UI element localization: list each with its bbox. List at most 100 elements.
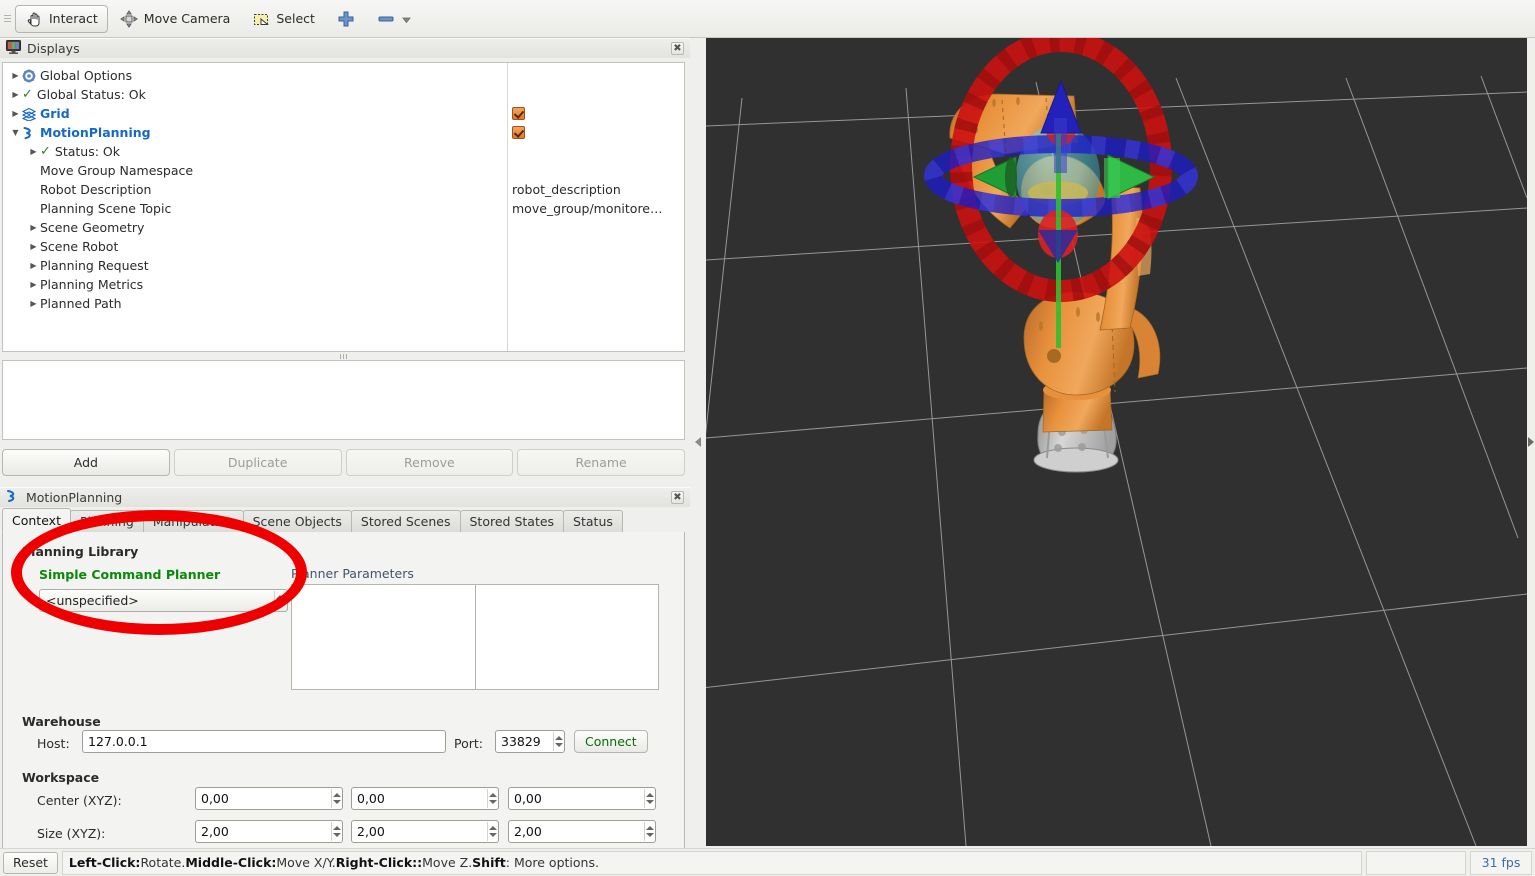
select-rect-icon xyxy=(252,10,270,28)
display-tree-row-value[interactable] xyxy=(508,237,684,256)
display-tree-row[interactable]: ▶Planning Scene Topic xyxy=(3,199,507,218)
tool-remove-button[interactable] xyxy=(367,5,422,33)
tool-select-label: Select xyxy=(276,11,315,26)
display-tree-row-label: Global Options xyxy=(40,68,133,83)
display-tree-row[interactable]: ▶ Planning Request xyxy=(3,256,507,275)
workspace-size-z-spinner[interactable] xyxy=(644,822,655,841)
displays-monitor-icon xyxy=(6,40,21,57)
tab-stored-scenes[interactable]: Stored Scenes xyxy=(350,510,461,532)
tree-expand-collapse-icon[interactable]: ▶ xyxy=(27,280,40,289)
display-tree-row-value[interactable] xyxy=(508,256,684,275)
right-dock-expand-handle[interactable] xyxy=(1527,38,1535,846)
display-tree-row[interactable]: ▶ ✓ Status: Ok xyxy=(3,142,507,161)
tab-scene-objects[interactable]: Scene Objects xyxy=(242,510,352,532)
display-tree-row[interactable]: ▶Robot Description xyxy=(3,180,507,199)
display-tree-row[interactable]: ▶ Scene Robot xyxy=(3,237,507,256)
chevron-down-icon[interactable] xyxy=(401,10,412,28)
displays-tree-names: ▶ Global Options ▶ ✓ Global Status: Ok ▶ Grid ▼… xyxy=(3,63,508,351)
tool-select-button[interactable]: Select xyxy=(242,5,325,33)
workspace-center-y-input[interactable]: 0,00 xyxy=(351,787,499,810)
display-tree-row-value[interactable] xyxy=(508,294,684,313)
planner-parameters-table[interactable] xyxy=(291,584,659,690)
display-tree-row[interactable]: ▶Move Group Namespace xyxy=(3,161,507,180)
display-tree-row[interactable]: ▶ Planning Metrics xyxy=(3,275,507,294)
hint-segment: Shift xyxy=(472,855,506,870)
planner-id-spinner[interactable] xyxy=(274,591,285,610)
tool-move-camera-button[interactable]: Move Camera xyxy=(110,5,241,33)
tree-expand-collapse-icon[interactable]: ▶ xyxy=(27,223,40,232)
display-enabled-checkbox[interactable] xyxy=(512,107,525,120)
displays-tree[interactable]: ▶ Global Options ▶ ✓ Global Status: Ok ▶ Grid ▼… xyxy=(2,62,685,352)
warehouse-connect-button[interactable]: Connect xyxy=(574,730,648,753)
workspace-center-x-input[interactable]: 0,00 xyxy=(195,787,343,810)
tree-expand-collapse-icon[interactable]: ▶ xyxy=(27,299,40,308)
warehouse-host-input[interactable]: 127.0.0.1 xyxy=(82,730,446,753)
tree-expand-collapse-icon[interactable]: ▶ xyxy=(27,147,40,156)
planner-id-combobox[interactable]: <unspecified> xyxy=(39,589,288,612)
tree-expand-collapse-icon[interactable]: ▶ xyxy=(9,71,22,80)
workspace-size-x-value: 2,00 xyxy=(201,824,229,839)
display-tree-row-value[interactable] xyxy=(508,275,684,294)
workspace-size-z-input[interactable]: 2,00 xyxy=(508,820,656,843)
displays-panel-close-icon[interactable]: ✖ xyxy=(671,42,684,55)
workspace-size-y-input[interactable]: 2,00 xyxy=(351,820,499,843)
rviz-3d-viewport[interactable] xyxy=(706,38,1527,846)
left-dock: Displays ✖ ▶ Global Options ▶ ✓ Global Statu… xyxy=(0,38,690,876)
display-enabled-checkbox[interactable] xyxy=(512,126,525,139)
display-tree-row[interactable]: ▶ Grid xyxy=(3,104,507,123)
tool-add-button[interactable] xyxy=(327,5,365,33)
display-tree-row-value[interactable] xyxy=(508,104,684,123)
display-tree-row-value[interactable]: move_group/monitore… xyxy=(508,199,684,218)
tab-status[interactable]: Status xyxy=(563,510,623,532)
tool-move-camera-label: Move Camera xyxy=(143,11,231,26)
tab-planning[interactable]: Planning xyxy=(69,510,144,532)
workspace-size-x-input[interactable]: 2,00 xyxy=(195,820,343,843)
tool-interact-label: Interact xyxy=(49,11,98,26)
tree-expand-collapse-icon[interactable]: ▶ xyxy=(27,242,40,251)
display-tree-row-label: Scene Robot xyxy=(40,239,119,254)
display-tree-row-value[interactable] xyxy=(508,142,684,161)
display-tree-row[interactable]: ▶ Planned Path xyxy=(3,294,507,313)
display-tree-row-value[interactable] xyxy=(508,218,684,237)
tab-manipulation[interactable]: Manipulation xyxy=(142,510,244,532)
display-tree-row-value[interactable]: robot_description xyxy=(508,180,684,199)
tree-resize-grip[interactable] xyxy=(0,352,686,360)
fps-indicator: 31 fps xyxy=(1470,850,1532,875)
display-tree-row[interactable]: ▶ Global Options xyxy=(3,66,507,85)
toolbar-drag-handle[interactable] xyxy=(2,7,12,31)
tab-stored-states[interactable]: Stored States xyxy=(459,510,565,532)
warehouse-host-value: 127.0.0.1 xyxy=(88,734,148,749)
warehouse-port-input[interactable]: 33829 xyxy=(495,730,565,753)
workspace-size-x-spinner[interactable] xyxy=(331,822,342,841)
display-tree-row-label: Planning Request xyxy=(40,258,149,273)
tool-interact-button[interactable]: Interact xyxy=(15,4,108,33)
tree-expand-collapse-icon[interactable]: ▶ xyxy=(27,261,40,270)
tab-context[interactable]: Context xyxy=(2,508,71,532)
display-tree-row-value[interactable] xyxy=(508,123,684,142)
display-tree-row-label: Grid xyxy=(40,106,70,121)
workspace-center-z-value: 0,00 xyxy=(514,791,542,806)
display-tree-row[interactable]: ▶ ✓ Global Status: Ok xyxy=(3,85,507,104)
hint-segment: Left-Click: xyxy=(68,855,141,870)
warehouse-port-spinner[interactable] xyxy=(553,732,564,751)
workspace-center-y-spinner[interactable] xyxy=(487,789,498,808)
display-tree-row-value[interactable] xyxy=(508,161,684,180)
workspace-size-y-spinner[interactable] xyxy=(487,822,498,841)
main-toolbar: Interact Move Camera Select xyxy=(0,0,1535,38)
display-tree-row[interactable]: ▶ Scene Geometry xyxy=(3,218,507,237)
workspace-center-z-input[interactable]: 0,00 xyxy=(508,787,656,810)
display-tree-row-value[interactable] xyxy=(508,85,684,104)
display-tree-row-value[interactable] xyxy=(508,66,684,85)
display-tree-row[interactable]: ▼ MotionPlanning xyxy=(3,123,507,142)
left-dock-collapse-handle[interactable] xyxy=(690,38,706,846)
motion-planning-panel-close-icon[interactable]: ✖ xyxy=(671,491,684,504)
tree-expand-collapse-icon[interactable]: ▶ xyxy=(9,109,22,118)
reset-view-button[interactable]: Reset xyxy=(3,851,58,874)
tree-expand-collapse-icon-open[interactable]: ▼ xyxy=(9,128,22,137)
tree-expand-collapse-icon[interactable]: ▶ xyxy=(9,90,22,99)
planner-parameters-col-name xyxy=(292,585,476,689)
workspace-center-y-value: 0,00 xyxy=(357,791,385,806)
workspace-size-y-value: 2,00 xyxy=(357,824,385,839)
workspace-center-z-spinner[interactable] xyxy=(644,789,655,808)
workspace-center-x-spinner[interactable] xyxy=(331,789,342,808)
